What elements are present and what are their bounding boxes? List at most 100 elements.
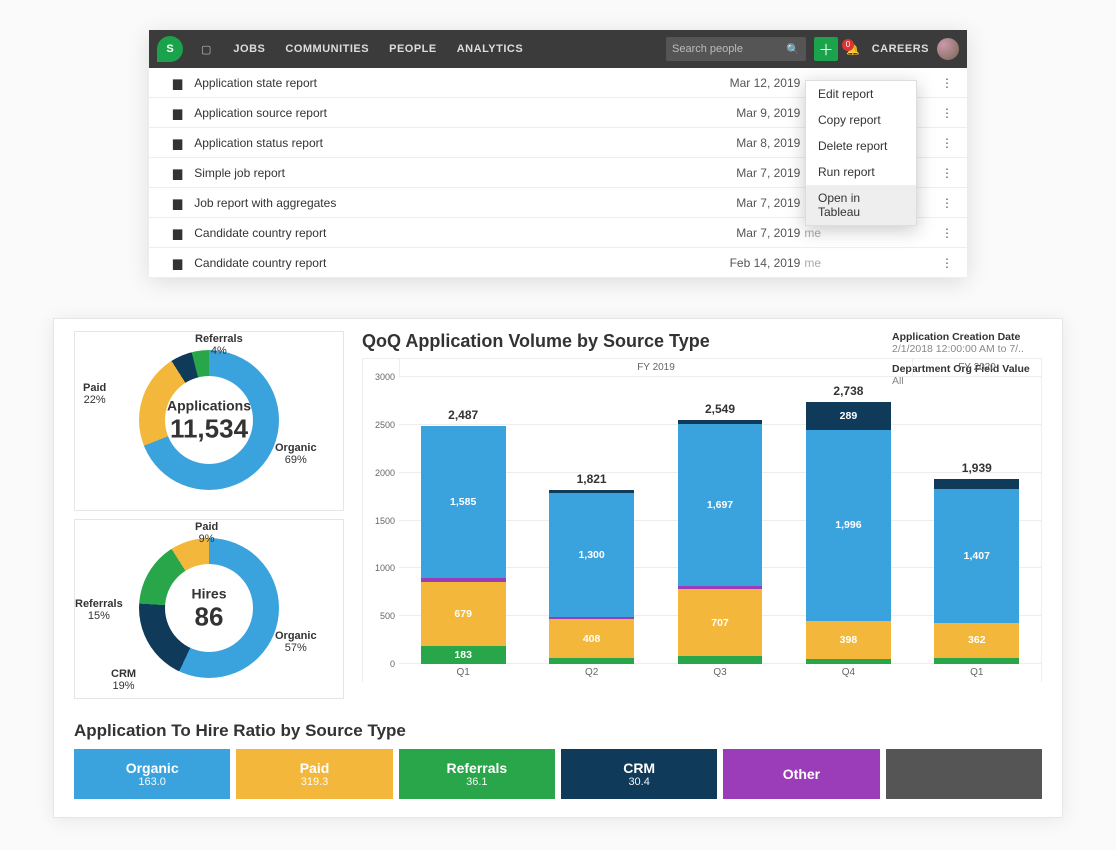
bar-total-label: 2,738 xyxy=(806,384,891,398)
report-name: Job report with aggregates xyxy=(194,196,736,210)
ratio-card-blank[interactable] xyxy=(886,749,1042,799)
folder-icon: ▆ xyxy=(173,226,182,240)
x-tick: Q2 xyxy=(527,664,655,682)
ratio-value: 163.0 xyxy=(138,776,166,788)
folder-icon: ▆ xyxy=(173,136,182,150)
meta-date-value: 2/1/2018 12:00:00 AM to 7/.. xyxy=(892,343,1042,355)
report-row[interactable]: ▆Candidate country reportFeb 14, 2019me⋮ xyxy=(149,248,967,278)
donut-value: 86 xyxy=(191,602,226,633)
bookmark-icon[interactable]: ▢ xyxy=(201,43,211,56)
ratio-title: Application To Hire Ratio by Source Type xyxy=(74,721,1042,741)
kebab-icon[interactable]: ⋮ xyxy=(941,76,953,90)
ratio-card-paid[interactable]: Paid319.3 xyxy=(236,749,392,799)
notifications-icon[interactable]: 🔔 0 xyxy=(846,43,860,56)
ratio-card-other[interactable]: Other xyxy=(723,749,879,799)
bar-segment-paid: 707 xyxy=(678,589,763,657)
report-owner: me xyxy=(804,226,821,240)
search-icon: 🔍 xyxy=(786,43,800,56)
ratio-value: 36.1 xyxy=(466,776,487,788)
menu-edit-report[interactable]: Edit report xyxy=(806,81,916,107)
y-tick: 3000 xyxy=(375,372,395,382)
donuts-column: Applications11,534Organic69%Paid22%CRM5%… xyxy=(74,331,344,707)
report-date: Mar 7, 2019 xyxy=(736,226,800,240)
bar-segment-organic: 1,585 xyxy=(421,426,506,578)
nav-communities[interactable]: COMMUNITIES xyxy=(285,43,369,55)
careers-link[interactable]: CAREERS xyxy=(872,43,929,55)
folder-icon: ▆ xyxy=(173,166,182,180)
bar-segment-paid: 408 xyxy=(549,619,634,658)
folder-icon: ▆ xyxy=(173,76,182,90)
bar-column: 1,4073621,939 xyxy=(913,377,1041,664)
add-button[interactable]: ＋ xyxy=(814,37,838,61)
ratio-value: 319.3 xyxy=(301,776,329,788)
report-date: Mar 8, 2019 xyxy=(736,136,800,150)
kebab-icon[interactable]: ⋮ xyxy=(941,106,953,120)
top-nav: S ▢ JOBS COMMUNITIES PEOPLE ANALYTICS Searc… xyxy=(149,30,967,68)
bar-column: 1,3004081,821 xyxy=(527,377,655,664)
nav-analytics[interactable]: ANALYTICS xyxy=(457,43,523,55)
bar-chart-area: QoQ Application Volume by Source Type Ap… xyxy=(362,331,1042,707)
report-name: Application source report xyxy=(194,106,736,120)
report-name: Candidate country report xyxy=(194,226,736,240)
kebab-icon[interactable]: ⋮ xyxy=(941,256,953,270)
y-tick: 1000 xyxy=(375,563,395,573)
ratio-label: Referrals xyxy=(446,760,507,776)
x-tick: Q1 xyxy=(399,664,527,682)
ratio-card-crm[interactable]: CRM30.4 xyxy=(561,749,717,799)
bar-total-label: 2,487 xyxy=(421,408,506,422)
report-name: Application state report xyxy=(194,76,729,90)
bar-total-label: 1,939 xyxy=(934,461,1019,475)
y-tick: 2500 xyxy=(375,420,395,430)
menu-delete-report[interactable]: Delete report xyxy=(806,133,916,159)
ratio-label: Organic xyxy=(126,760,179,776)
donut-label-referrals: Referrals4% xyxy=(195,333,243,357)
bar-segment-organic: 1,300 xyxy=(549,493,634,617)
donut-hires: Hires86Organic57%CRM19%Referrals15%Paid9… xyxy=(74,519,344,699)
nav-jobs[interactable]: JOBS xyxy=(233,43,265,55)
search-input[interactable]: Search people 🔍 xyxy=(666,37,806,61)
report-date: Mar 7, 2019 xyxy=(736,166,800,180)
kebab-icon[interactable]: ⋮ xyxy=(941,166,953,180)
ratio-card-organic[interactable]: Organic163.0 xyxy=(74,749,230,799)
report-owner: me xyxy=(804,256,821,270)
donut-applications: Applications11,534Organic69%Paid22%CRM5%… xyxy=(74,331,344,511)
donut-label-paid: Paid22% xyxy=(83,382,106,406)
ratio-label: CRM xyxy=(623,760,655,776)
bar-total-label: 2,549 xyxy=(678,402,763,416)
donut-title: Applications xyxy=(167,398,251,414)
y-tick: 1500 xyxy=(375,516,395,526)
menu-copy-report[interactable]: Copy report xyxy=(806,107,916,133)
meta-date-label: Application Creation Date xyxy=(892,331,1042,343)
report-date: Mar 12, 2019 xyxy=(730,76,801,90)
ratio-card-referrals[interactable]: Referrals36.1 xyxy=(399,749,555,799)
menu-run-report[interactable]: Run report xyxy=(806,159,916,185)
avatar[interactable] xyxy=(937,38,959,60)
kebab-icon[interactable]: ⋮ xyxy=(941,196,953,210)
dashboard-panel: Applications11,534Organic69%Paid22%CRM5%… xyxy=(53,318,1063,818)
ratio-value: 30.4 xyxy=(628,776,649,788)
search-placeholder: Search people xyxy=(672,43,786,55)
bar-column: 1,5856791832,487 xyxy=(399,377,527,664)
bar-segment-crm: 289 xyxy=(806,402,891,430)
menu-open-in-tableau[interactable]: Open in Tableau xyxy=(806,185,916,225)
logo[interactable]: S xyxy=(157,36,183,62)
report-name: Application status report xyxy=(194,136,736,150)
bar-segment-paid: 362 xyxy=(934,623,1019,658)
folder-icon: ▆ xyxy=(173,256,182,270)
x-tick: Q1 xyxy=(913,664,1041,682)
folder-icon: ▆ xyxy=(173,106,182,120)
donut-label-crm: CRM19% xyxy=(111,668,136,692)
bar-segment-paid: 398 xyxy=(806,621,891,659)
bar-chart: FY 2019FY 20200500100015002000250030001,… xyxy=(362,358,1042,682)
bar-segment-referrals xyxy=(678,656,763,664)
y-tick: 0 xyxy=(390,659,395,669)
donut-label-organic: Organic57% xyxy=(275,630,317,654)
x-tick: Q3 xyxy=(656,664,784,682)
nav-people[interactable]: PEOPLE xyxy=(389,43,437,55)
row-menu-dropdown[interactable]: Edit reportCopy reportDelete reportRun r… xyxy=(805,80,917,226)
kebab-icon[interactable]: ⋮ xyxy=(941,136,953,150)
report-date: Mar 9, 2019 xyxy=(736,106,800,120)
kebab-icon[interactable]: ⋮ xyxy=(941,226,953,240)
report-name: Simple job report xyxy=(194,166,736,180)
bar-segment-paid: 679 xyxy=(421,582,506,647)
